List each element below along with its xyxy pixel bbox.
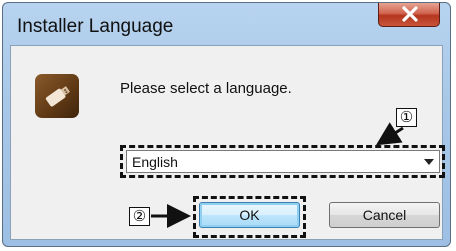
callout-1-arrow xyxy=(375,122,404,146)
close-button[interactable] xyxy=(378,3,440,27)
title-bar[interactable]: Installer Language xyxy=(3,3,450,45)
installer-language-dialog: Installer Language Please select a langu… xyxy=(2,2,451,247)
close-icon xyxy=(402,6,418,22)
window-title: Installer Language xyxy=(17,16,174,37)
dialog-body: Please select a language. English OK Can… xyxy=(10,45,445,240)
callout-arrows xyxy=(151,122,404,228)
